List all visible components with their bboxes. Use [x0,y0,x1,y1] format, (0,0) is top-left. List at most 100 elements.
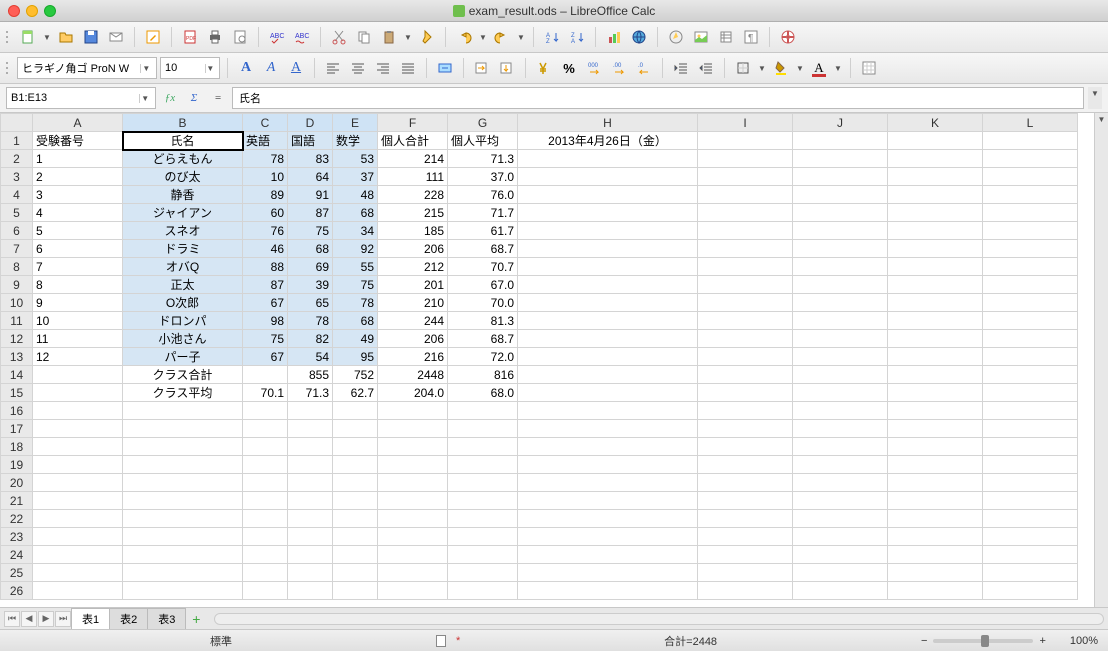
cell[interactable] [983,420,1078,438]
cell[interactable]: 受験番号 [33,132,123,150]
cell[interactable]: 60 [243,204,288,222]
cell[interactable] [983,348,1078,366]
cell[interactable] [698,474,793,492]
cell[interactable]: 67 [243,348,288,366]
cell[interactable]: クラス合計 [123,366,243,384]
sheet-tab[interactable]: 表3 [147,608,186,630]
cell[interactable] [888,204,983,222]
row-header[interactable]: 9 [1,276,33,294]
zoom-control[interactable]: − + 100% [921,635,1098,647]
cell[interactable]: 68.0 [448,384,518,402]
edit-icon[interactable] [142,26,164,48]
cell[interactable] [888,330,983,348]
cell[interactable]: 2 [33,168,123,186]
cell[interactable]: 206 [378,240,448,258]
cell[interactable] [33,402,123,420]
cell[interactable] [518,366,698,384]
cell[interactable] [518,438,698,456]
cell[interactable] [518,546,698,564]
save-icon[interactable] [80,26,102,48]
spellcheck-icon[interactable]: ABC [266,26,288,48]
cell[interactable] [983,402,1078,420]
column-header[interactable]: L [983,114,1078,132]
cell[interactable]: 228 [378,186,448,204]
cell[interactable] [123,402,243,420]
cell[interactable] [33,366,123,384]
cell[interactable] [448,474,518,492]
row-header[interactable]: 13 [1,348,33,366]
cell[interactable]: 98 [243,312,288,330]
text-direction-ltr-icon[interactable] [471,57,493,79]
cell[interactable]: 68 [333,312,378,330]
cell[interactable]: 76 [243,222,288,240]
cell[interactable]: 1 [33,150,123,168]
cell[interactable] [983,294,1078,312]
chevron-down-icon[interactable]: ▼ [205,64,215,73]
cell[interactable] [518,456,698,474]
cell[interactable] [378,510,448,528]
cell[interactable]: 212 [378,258,448,276]
cell[interactable]: 78 [288,312,333,330]
cell[interactable]: 国語 [288,132,333,150]
cell[interactable] [288,402,333,420]
cell[interactable]: 70.0 [448,294,518,312]
cell[interactable] [288,474,333,492]
cell[interactable] [888,510,983,528]
cell[interactable] [983,222,1078,240]
cell[interactable] [33,474,123,492]
row-header[interactable]: 1 [1,132,33,150]
row-header[interactable]: 21 [1,492,33,510]
cell[interactable] [698,222,793,240]
cell[interactable] [448,546,518,564]
cell[interactable] [888,564,983,582]
name-box[interactable]: ▼ [6,87,156,109]
cell[interactable] [518,330,698,348]
column-header[interactable]: E [333,114,378,132]
font-name-input[interactable] [22,62,136,74]
cell[interactable] [698,186,793,204]
cell[interactable]: スネオ [123,222,243,240]
cell[interactable] [123,546,243,564]
text-direction-ttb-icon[interactable] [496,57,518,79]
row-header[interactable]: 12 [1,330,33,348]
merge-cells-icon[interactable] [434,57,456,79]
cell[interactable]: 111 [378,168,448,186]
cell[interactable]: パー子 [123,348,243,366]
percent-icon[interactable]: % [558,57,580,79]
column-header[interactable]: C [243,114,288,132]
cell[interactable]: 88 [243,258,288,276]
formula-expand-icon[interactable]: ▼ [1088,87,1102,109]
decrease-indent-icon[interactable] [670,57,692,79]
cell[interactable] [983,474,1078,492]
column-header[interactable]: K [888,114,983,132]
minimize-window-button[interactable] [26,5,38,17]
cell[interactable]: 68 [288,240,333,258]
cell[interactable] [123,492,243,510]
dropdown-arrow-icon[interactable]: ▼ [757,57,767,79]
cell[interactable] [983,564,1078,582]
row-header[interactable]: 18 [1,438,33,456]
cell[interactable]: 70.1 [243,384,288,402]
zoom-window-button[interactable] [44,5,56,17]
font-size-combo[interactable]: ▼ [160,57,220,79]
cell[interactable] [518,474,698,492]
cell[interactable] [888,150,983,168]
cell[interactable]: 70.7 [448,258,518,276]
cell[interactable]: 62.7 [333,384,378,402]
row-header[interactable]: 4 [1,186,33,204]
cell[interactable] [888,348,983,366]
cell[interactable] [793,474,888,492]
cell[interactable] [983,276,1078,294]
cell[interactable] [698,366,793,384]
nonprinting-icon[interactable]: ¶ [740,26,762,48]
row-header[interactable]: 15 [1,384,33,402]
cell[interactable]: 53 [333,150,378,168]
cell[interactable] [518,312,698,330]
cell[interactable]: 72.0 [448,348,518,366]
cell[interactable] [288,492,333,510]
cell[interactable] [378,546,448,564]
autospell-icon[interactable]: ABC [291,26,313,48]
cell[interactable]: クラス平均 [123,384,243,402]
cell[interactable] [243,366,288,384]
cell[interactable] [793,186,888,204]
